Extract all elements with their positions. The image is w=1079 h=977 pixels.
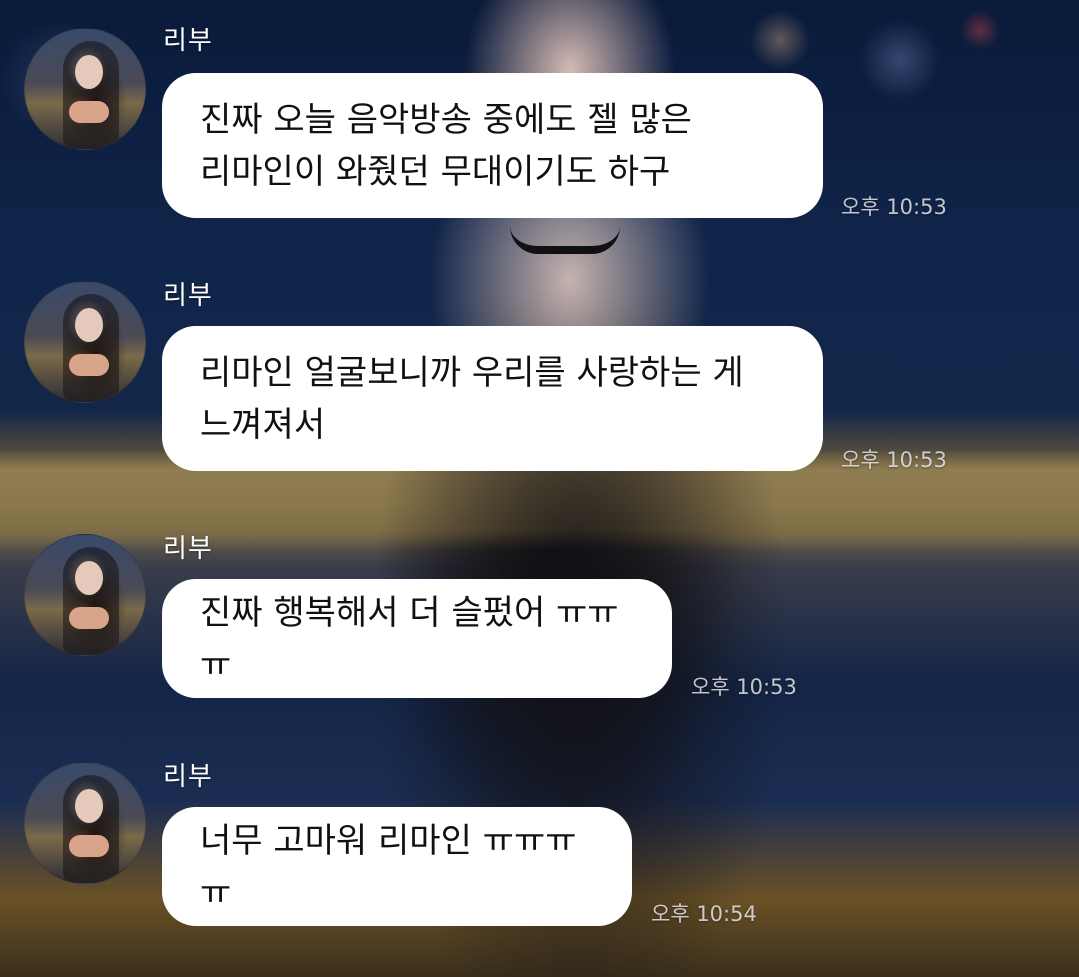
- message-text: 너무 고마워 리마인 ㅠㅠㅠㅠ: [200, 820, 577, 913]
- avatar-face: [75, 308, 103, 342]
- avatar-hands: [69, 101, 109, 123]
- avatar-face: [75, 55, 103, 89]
- message-text: 리마인 얼굴보니까 우리를 사랑하는 게 느껴져서: [200, 352, 744, 445]
- message-time: 오후 10:53: [691, 675, 797, 699]
- sender-name: 리부: [163, 534, 213, 564]
- sender-name: 리부: [163, 281, 213, 311]
- avatar-hands: [69, 835, 109, 857]
- message-bubble[interactable]: 진짜 오늘 음악방송 중에도 젤 많은 리마인이 와줬던 무대이기도 하구: [162, 73, 823, 218]
- sender-avatar[interactable]: [24, 762, 146, 884]
- message-time: 오후 10:53: [841, 195, 947, 219]
- avatar-face: [75, 789, 103, 823]
- message-time: 오후 10:53: [841, 448, 947, 472]
- sender-avatar[interactable]: [24, 281, 146, 403]
- sender-name: 리부: [163, 762, 213, 792]
- chat-message-list[interactable]: 리부 진짜 오늘 음악방송 중에도 젤 많은 리마인이 와줬던 무대이기도 하구…: [0, 0, 1079, 977]
- sender-name: 리부: [163, 26, 213, 56]
- message-bubble[interactable]: 너무 고마워 리마인 ㅠㅠㅠㅠ: [162, 807, 632, 926]
- sender-avatar[interactable]: [24, 28, 146, 150]
- avatar-face: [75, 561, 103, 595]
- message-bubble[interactable]: 진짜 행복해서 더 슬펐어 ㅠㅠㅠ: [162, 579, 672, 698]
- sender-avatar[interactable]: [24, 534, 146, 656]
- message-time: 오후 10:54: [651, 902, 757, 926]
- avatar-hands: [69, 607, 109, 629]
- message-bubble[interactable]: 리마인 얼굴보니까 우리를 사랑하는 게 느껴져서: [162, 326, 823, 471]
- avatar-hands: [69, 354, 109, 376]
- message-text: 진짜 오늘 음악방송 중에도 젤 많은 리마인이 와줬던 무대이기도 하구: [200, 99, 692, 192]
- message-text: 진짜 행복해서 더 슬펐어 ㅠㅠㅠ: [200, 592, 619, 685]
